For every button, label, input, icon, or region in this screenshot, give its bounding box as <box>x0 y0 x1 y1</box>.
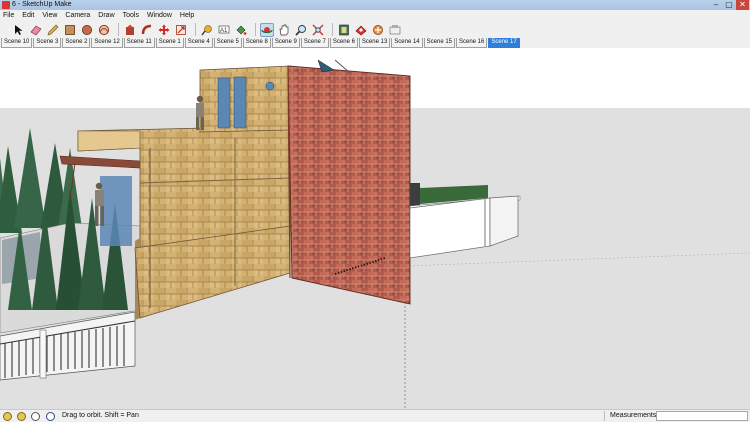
extension-warehouse-icon[interactable] <box>354 23 368 37</box>
text-tool-icon[interactable]: A1 <box>217 23 231 37</box>
maximize-button[interactable]: ▢ <box>723 0 735 10</box>
close-button[interactable]: ✕ <box>736 0 749 10</box>
move-tool-icon[interactable] <box>157 23 171 37</box>
rotate-tool-icon[interactable] <box>174 23 188 37</box>
orbit-tool-icon[interactable] <box>260 22 274 37</box>
push-pull-tool-icon[interactable] <box>123 23 137 37</box>
sketchup-app-icon <box>2 1 10 9</box>
layout-icon[interactable] <box>388 23 402 37</box>
status-bar: Drag to orbit. Shift = Pan Measurements <box>0 409 750 422</box>
scene-tab[interactable]: Scene 13 <box>358 38 391 48</box>
scene-tab[interactable]: Scene 1 <box>155 38 184 48</box>
zoom-extents-tool-icon[interactable] <box>311 23 325 37</box>
credits-icon[interactable] <box>17 412 26 421</box>
status-divider <box>604 411 605 421</box>
scene-tab[interactable]: Scene 3 <box>33 38 62 48</box>
tape-measure-tool-icon[interactable] <box>200 23 214 37</box>
scene-tab[interactable]: Scene 5 <box>213 38 242 48</box>
model-scene <box>0 59 750 409</box>
menu-view[interactable]: View <box>42 10 57 21</box>
status-message: Drag to orbit. Shift = Pan <box>62 412 139 419</box>
toolbar-separator <box>255 23 256 36</box>
menu-camera[interactable]: Camera <box>65 10 90 21</box>
menu-help[interactable]: Help <box>180 10 194 21</box>
menu-bar: File Edit View Camera Draw Tools Window … <box>0 10 750 21</box>
roof-window-2 <box>233 76 247 129</box>
follow-me-tool-icon[interactable] <box>140 23 154 37</box>
minimize-button[interactable]: – <box>710 0 722 10</box>
scene-tab[interactable]: Scene 10 <box>1 38 33 48</box>
scene-tab[interactable]: Scene 15 <box>423 38 455 48</box>
round-window <box>265 81 275 91</box>
scene-tab[interactable]: Scene 14 <box>391 38 423 48</box>
roof-window-1 <box>217 77 231 129</box>
model-viewport[interactable] <box>0 48 750 409</box>
scene-tabs: Scene 10 Scene 3 Scene 2 Scene 12 Scene … <box>0 38 750 48</box>
toolbar-separator <box>332 23 333 36</box>
scene-tab[interactable]: Scene 6 <box>329 38 358 48</box>
scene-tab[interactable]: Scene 8 <box>242 38 271 48</box>
rectangle-tool-icon[interactable] <box>63 23 77 37</box>
pan-tool-icon[interactable] <box>277 23 291 37</box>
user-account-icon[interactable] <box>31 412 40 421</box>
svg-text:A1: A1 <box>220 28 228 34</box>
scene-tab[interactable]: Scene 7 <box>300 38 329 48</box>
paint-bucket-tool-icon[interactable] <box>234 23 248 37</box>
pencil-tool-icon[interactable] <box>46 23 60 37</box>
3d-warehouse-icon[interactable] <box>337 23 351 37</box>
scene-tab[interactable]: Scene 12 <box>91 38 123 48</box>
toolbar: A1 <box>0 21 750 38</box>
window-title: 6 - SketchUp Make <box>12 1 72 8</box>
scene-tab[interactable]: Scene 16 <box>456 38 488 48</box>
scene-tab[interactable]: Scene 4 <box>184 38 213 48</box>
toolbar-separator <box>118 23 119 36</box>
menu-draw[interactable]: Draw <box>98 10 114 21</box>
measurements-label: Measurements <box>610 412 657 419</box>
toolbar-separator <box>195 23 196 36</box>
glass-door <box>100 176 132 246</box>
title-bar: 6 - SketchUp Make – ▢ ✕ <box>0 0 750 10</box>
circle-tool-icon[interactable] <box>80 23 94 37</box>
scene-tab-active[interactable]: Scene 17 <box>488 38 520 48</box>
share-model-icon[interactable] <box>371 23 385 37</box>
arc-tool-icon[interactable] <box>97 23 111 37</box>
scene-tab[interactable]: Scene 2 <box>62 38 91 48</box>
menu-tools[interactable]: Tools <box>123 10 139 21</box>
measurements-input[interactable] <box>656 411 748 421</box>
select-tool-icon[interactable] <box>12 23 26 37</box>
geo-location-icon[interactable] <box>3 412 12 421</box>
menu-window[interactable]: Window <box>147 10 172 21</box>
brick-wall <box>287 65 411 305</box>
menu-file[interactable]: File <box>3 10 14 21</box>
scene-tab[interactable]: Scene 11 <box>123 38 155 48</box>
help-icon[interactable] <box>46 412 55 421</box>
scene-tab[interactable]: Scene 9 <box>271 38 300 48</box>
eraser-tool-icon[interactable] <box>29 23 43 37</box>
menu-edit[interactable]: Edit <box>22 10 34 21</box>
zoom-tool-icon[interactable] <box>294 23 308 37</box>
